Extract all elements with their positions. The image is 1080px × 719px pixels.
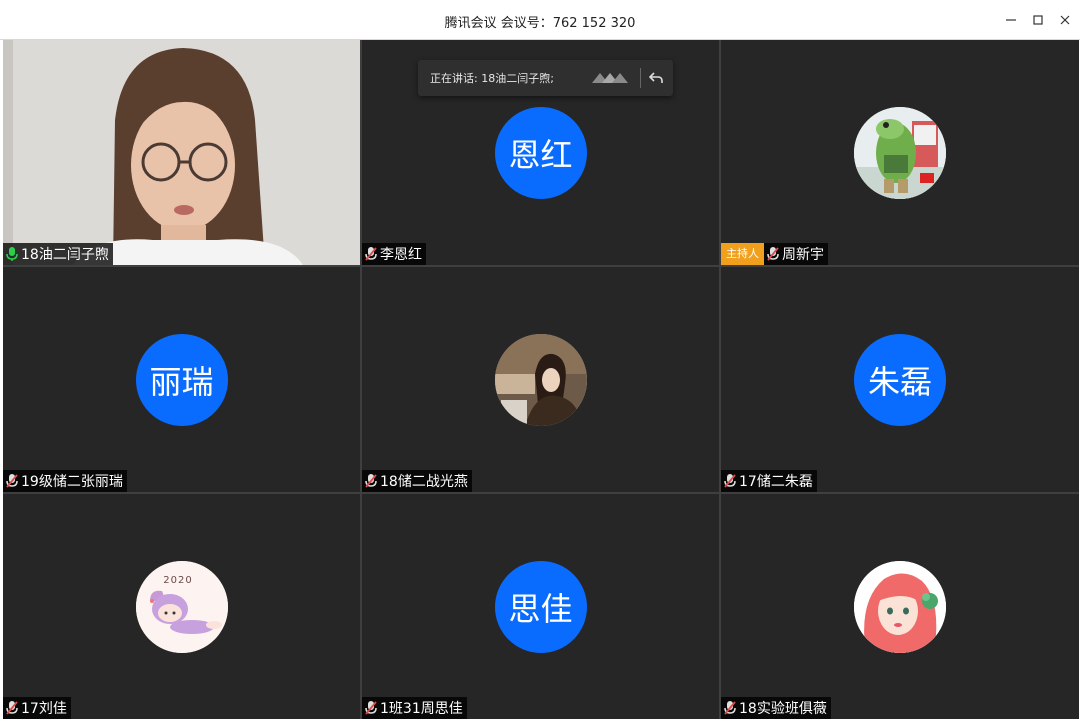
avatar-caption: 2020: [163, 575, 192, 586]
cartoon-girl-2020-avatar: 2020: [135, 560, 228, 653]
participant-tile[interactable]: 2020 17刘佳: [3, 494, 360, 719]
cartoon-frog-avatar: [854, 106, 946, 199]
speaking-indicator-bar: 正在讲话: 18油二闫子煦;: [418, 60, 673, 96]
participant-tile[interactable]: 18实验班俱薇: [721, 494, 1079, 719]
participant-name: 1班31周思佳: [380, 701, 463, 717]
title-bar: 腾讯会议 会议号：762 152 320: [0, 0, 1080, 40]
participant-tile[interactable]: 18油二闫子煦: [3, 40, 360, 265]
participant-grid: 18油二闫子煦 正在讲话: 18油二闫子煦; 恩红 李恩红 主持人 周新宇 丽瑞…: [3, 40, 1079, 719]
participant-tile[interactable]: 正在讲话: 18油二闫子煦; 恩红 李恩红: [362, 40, 719, 265]
participant-name: 李恩红: [380, 247, 422, 263]
participant-name: 17刘佳: [21, 701, 67, 717]
participant-name-tag: 1班31周思佳: [362, 697, 467, 719]
collapse-arrow-icon[interactable]: [647, 69, 665, 87]
cartoon-redhair-girl-avatar: [854, 560, 946, 653]
mic-muted-icon: [723, 473, 737, 489]
mic-muted-icon: [766, 246, 780, 262]
mic-muted-icon: [723, 700, 737, 716]
photo-avatar: [494, 333, 587, 426]
avatar: 恩红: [494, 106, 587, 199]
mic-muted-icon: [364, 700, 378, 716]
participant-name-tag: 19级储二张丽瑞: [3, 470, 127, 492]
participant-name: 周新宇: [782, 247, 824, 263]
maximize-icon[interactable]: [1026, 8, 1050, 32]
participant-name-tag: 17刘佳: [3, 697, 71, 719]
participant-name: 18实验班俱薇: [739, 701, 827, 717]
participant-tile[interactable]: 18储二战光燕: [362, 267, 719, 492]
mic-muted-icon: [5, 700, 19, 716]
divider: [640, 68, 641, 88]
participant-name-tag: 李恩红: [362, 243, 426, 265]
camera-video-feed: [3, 40, 360, 265]
avatar: 朱磊: [854, 333, 946, 426]
avatar: 思佳: [494, 560, 587, 653]
participant-name: 17储二朱磊: [739, 474, 813, 490]
participant-name-tag: 18实验班俱薇: [721, 697, 831, 719]
window-title: 腾讯会议 会议号：762 152 320: [444, 16, 636, 31]
participant-tile[interactable]: 丽瑞 19级储二张丽瑞: [3, 267, 360, 492]
participant-tile[interactable]: 主持人 周新宇: [721, 40, 1079, 265]
host-badge: 主持人: [721, 243, 764, 265]
speaking-text: 正在讲话: 18油二闫子煦;: [430, 72, 554, 85]
participant-name-tag: 17储二朱磊: [721, 470, 817, 492]
participant-name-tag: 主持人 周新宇: [721, 243, 828, 265]
minimize-icon[interactable]: [999, 8, 1023, 32]
mic-muted-icon: [364, 246, 378, 262]
mic-muted-icon: [5, 473, 19, 489]
participant-tile[interactable]: 朱磊 17储二朱磊: [721, 267, 1079, 492]
participant-tile[interactable]: 思佳 1班31周思佳: [362, 494, 719, 719]
close-icon[interactable]: [1053, 8, 1077, 32]
mic-muted-icon: [364, 473, 378, 489]
participant-name-tag: 18油二闫子煦: [3, 243, 113, 265]
participant-name: 18储二战光燕: [380, 474, 468, 490]
participant-name: 19级储二张丽瑞: [21, 474, 123, 490]
avatar: 丽瑞: [135, 333, 228, 426]
participant-name-tag: 18储二战光燕: [362, 470, 472, 492]
tencent-meeting-logo-icon: [592, 73, 628, 83]
participant-name: 18油二闫子煦: [21, 247, 109, 263]
mic-active-icon: [5, 246, 19, 262]
